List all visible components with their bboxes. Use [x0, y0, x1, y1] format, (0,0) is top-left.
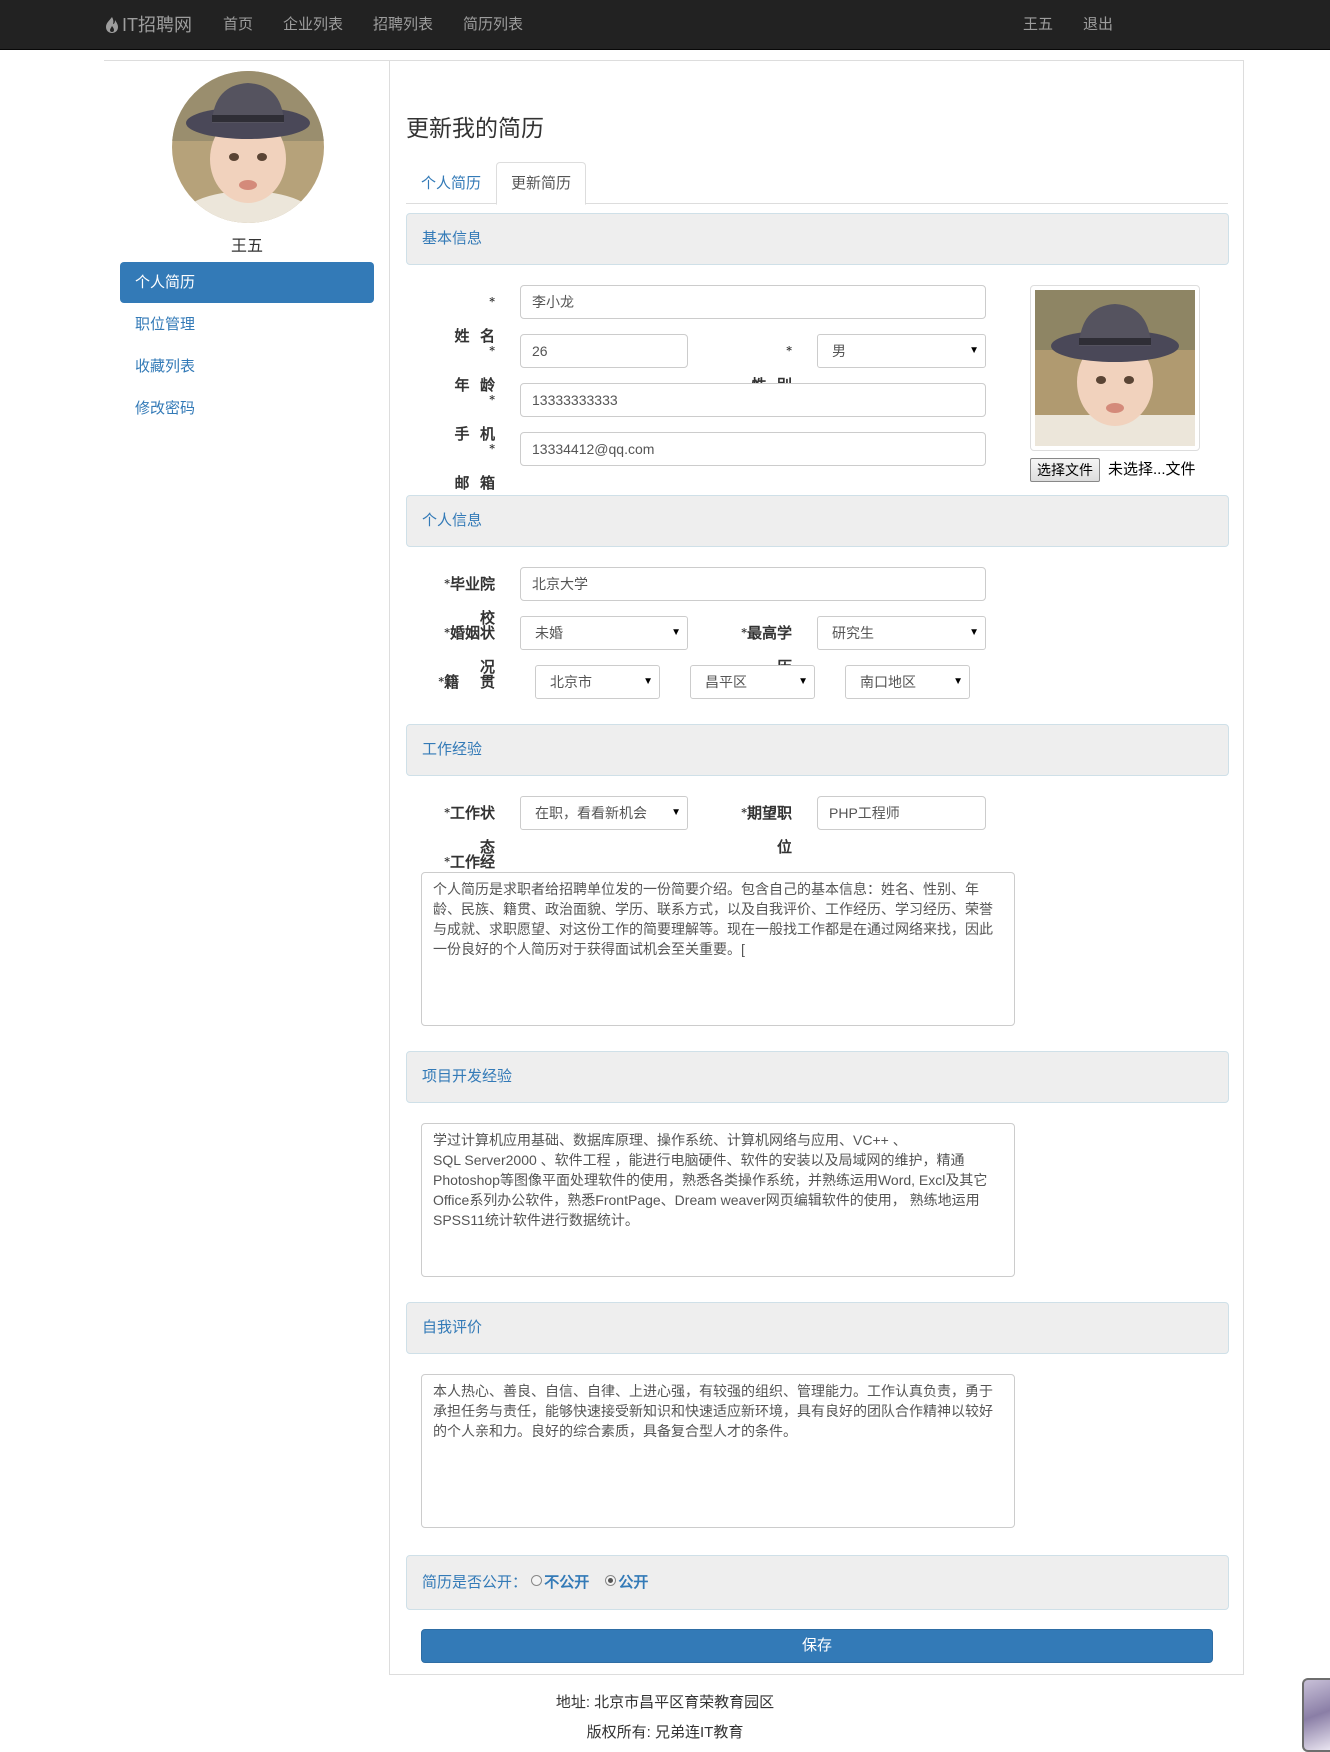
- work-status-label: *工作状态: [444, 804, 495, 856]
- section-work: 工作经验: [406, 724, 1229, 776]
- page-wrapper: 王五 个人简历 职位管理 收藏列表 修改密码 更新我的简历 个人简历 更新简历 …: [104, 60, 1244, 1675]
- choose-file-button[interactable]: 选择文件: [1030, 458, 1100, 482]
- chevron-down-icon: ▼: [969, 345, 979, 356]
- section-self-evaluation: 自我评价: [406, 1302, 1229, 1354]
- name-label: *姓 名: [454, 295, 495, 345]
- top-navbar: IT招聘网 首页 企业列表 招聘列表 简历列表 王五 退出: [0, 0, 1330, 50]
- section-basic: 基本信息: [406, 213, 1229, 265]
- chevron-down-icon: ▼: [798, 676, 808, 687]
- area-select[interactable]: 南口地区 ▼: [845, 665, 970, 699]
- save-button[interactable]: 保存: [421, 1629, 1213, 1663]
- section-title: 个人信息: [422, 512, 483, 529]
- project-textarea[interactable]: 学过计算机应用基础、数据库原理、操作系统、计算机网络与应用、VC++ 、 SQL…: [421, 1123, 1015, 1277]
- chevron-down-icon: ▼: [671, 807, 681, 818]
- sidebar-item-favorites[interactable]: 收藏列表: [120, 346, 374, 387]
- work-status-select[interactable]: 在职，看看新机会 ▼: [520, 796, 688, 830]
- brand-name: IT招聘网: [122, 15, 192, 35]
- footer-address: 地址: 北京市昌平区育荣教育园区: [555, 1694, 775, 1711]
- school-label: *毕业院校: [444, 575, 495, 627]
- public-row: 简历是否公开： 不公开 公开: [422, 1556, 648, 1609]
- district-value: 昌平区: [705, 674, 747, 690]
- experience-textarea[interactable]: 个人简历是求职者给招聘单位发的一份简要介绍。包含自己的基本信息：姓名、性别、年龄…: [421, 872, 1015, 1026]
- age-label: *年 龄: [454, 344, 495, 394]
- sidebar-menu: 个人简历 职位管理 收藏列表 修改密码: [120, 262, 374, 430]
- page-title: 更新我的简历: [406, 115, 544, 141]
- tab-update-resume[interactable]: 更新简历: [496, 162, 587, 205]
- main-content: 更新我的简历 个人简历 更新简历 基本信息 *姓 名 李小龙 *年 龄 26 *…: [389, 61, 1244, 1675]
- user-nav: 王五 退出: [1008, 0, 1128, 50]
- resume-photo: [1030, 285, 1200, 451]
- gender-select[interactable]: 男 ▼: [817, 334, 986, 368]
- marital-select[interactable]: 未婚 ▼: [520, 616, 688, 650]
- position-input[interactable]: PHP工程师: [817, 796, 986, 830]
- section-title: 项目开发经验: [422, 1068, 513, 1085]
- tab-resume[interactable]: 个人简历: [406, 162, 496, 204]
- chevron-down-icon: ▼: [671, 627, 681, 638]
- position-label: *期望职位: [741, 804, 792, 856]
- chevron-down-icon: ▼: [643, 676, 653, 687]
- avatar: [172, 71, 324, 223]
- section-public: 简历是否公开： 不公开 公开: [406, 1555, 1229, 1610]
- radio-public-icon[interactable]: [605, 1575, 617, 1586]
- floating-widget[interactable]: [1302, 1678, 1330, 1752]
- chevron-down-icon: ▼: [969, 627, 979, 638]
- public-label: 简历是否公开：: [422, 1574, 528, 1591]
- section-personal: 个人信息: [406, 495, 1229, 547]
- brand-logo[interactable]: IT招聘网: [104, 0, 192, 50]
- nav-home[interactable]: 首页: [208, 0, 268, 50]
- education-value: 研究生: [832, 625, 874, 641]
- nav-companies[interactable]: 企业列表: [268, 0, 358, 50]
- education-label: *最高学历: [741, 624, 792, 676]
- chevron-down-icon: ▼: [953, 676, 963, 687]
- section-title: 基本信息: [422, 230, 483, 247]
- age-input[interactable]: 26: [520, 334, 688, 368]
- resume-photo-image: [1035, 290, 1195, 446]
- marital-label: *婚姻状况: [444, 624, 495, 676]
- self-evaluation-textarea[interactable]: 本人热心、善良、自信、自律、上进心强，有较强的组织、管理能力。工作认真负责，勇于…: [421, 1374, 1015, 1528]
- section-project: 项目开发经验: [406, 1051, 1229, 1103]
- nav-user[interactable]: 王五: [1008, 0, 1068, 50]
- section-title: 自我评价: [422, 1319, 483, 1336]
- marital-value: 未婚: [535, 625, 563, 641]
- city-value: 北京市: [550, 674, 592, 690]
- education-select[interactable]: 研究生 ▼: [817, 616, 986, 650]
- origin-label: *籍 贯: [438, 673, 495, 691]
- section-title: 工作经验: [422, 741, 483, 758]
- radio-private[interactable]: 不公开: [531, 1573, 589, 1591]
- flame-icon: [106, 17, 118, 33]
- file-status-text: 未选择...文件: [1108, 461, 1196, 478]
- gender-label: *性 别: [752, 344, 792, 394]
- main-nav: 首页 企业列表 招聘列表 简历列表: [208, 0, 538, 50]
- sidebar-username: 王五: [230, 238, 263, 255]
- district-select[interactable]: 昌平区 ▼: [690, 665, 815, 699]
- nav-logout[interactable]: 退出: [1068, 0, 1128, 50]
- footer-copyright: 版权所有: 兄弟连IT教育: [586, 1724, 744, 1741]
- avatar-photo: [172, 71, 324, 223]
- phone-input[interactable]: 13333333333: [520, 383, 986, 417]
- tab-bar: 个人简历 更新简历: [406, 162, 1228, 205]
- email-label: *邮 箱: [454, 442, 495, 492]
- nav-resumes[interactable]: 简历列表: [448, 0, 538, 50]
- nav-jobs[interactable]: 招聘列表: [358, 0, 448, 50]
- sidebar-item-password[interactable]: 修改密码: [120, 388, 374, 429]
- work-status-value: 在职，看看新机会: [535, 805, 647, 821]
- city-select[interactable]: 北京市 ▼: [535, 665, 660, 699]
- gender-value: 男: [832, 343, 846, 359]
- sidebar-item-resume[interactable]: 个人简历: [120, 262, 374, 303]
- name-input[interactable]: 李小龙: [520, 285, 986, 319]
- area-value: 南口地区: [860, 674, 916, 690]
- radio-public[interactable]: 公开: [605, 1573, 648, 1591]
- school-input[interactable]: 北京大学: [520, 567, 986, 601]
- radio-private-icon[interactable]: [531, 1575, 543, 1586]
- sidebar-item-jobs[interactable]: 职位管理: [120, 304, 374, 345]
- phone-label: *手 机: [454, 393, 495, 443]
- email-input[interactable]: 13334412@qq.com: [520, 432, 986, 466]
